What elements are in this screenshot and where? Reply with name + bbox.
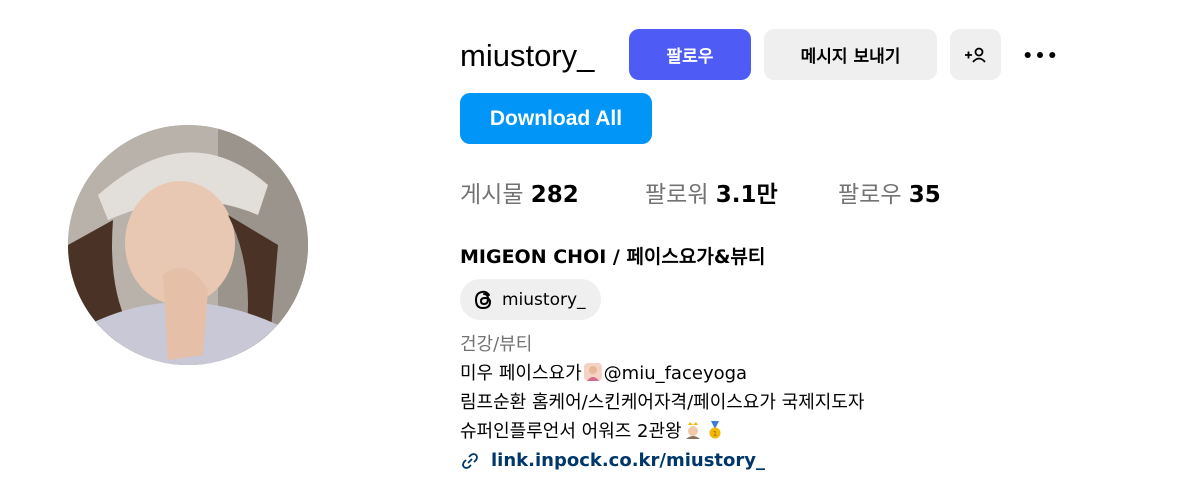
stat-followers[interactable]: 팔로워 3.1만 [645,175,778,209]
stat-followers-label: 팔로워 [645,182,709,208]
profile-avatar[interactable] [68,125,308,365]
add-person-icon [964,47,986,63]
link-icon [462,452,478,469]
stat-posts-value: 282 [530,182,579,208]
more-options-button[interactable] [1017,36,1063,74]
suggest-similar-button[interactable] [950,29,1001,80]
stat-following-value: 35 [908,182,941,208]
download-all-button[interactable]: Download All [460,93,652,144]
princess-emoji-icon [685,422,700,439]
stat-posts-label: 게시물 [460,182,524,208]
avatar-photo [68,125,308,365]
threads-badge[interactable]: miustory_ [460,279,601,320]
medal-emoji-icon: 1 [709,421,721,439]
profile-bio: 건강/뷰티 미우 페이스요가 @miu_faceyoga 림프순환 홈케어/스킨케… [460,330,864,475]
bio-line-2: 림프순환 홈케어/스킨케어자격/페이스요가 국제지도자 [460,392,865,413]
stat-following[interactable]: 팔로우 35 [838,175,941,209]
threads-handle: miustory_ [502,289,586,310]
bio-line-1: 미우 페이스요가 @miu_faceyoga [460,359,864,388]
profile-username: miustory_ [460,38,595,73]
bio-line-3: 슈퍼인플루언서 어워즈 2관왕 1 [460,417,864,446]
threads-icon [474,290,492,309]
follow-button[interactable]: 팔로우 [629,29,751,80]
send-message-button[interactable]: 메시지 보내기 [764,29,937,80]
bio-link-text[interactable]: link.inpock.co.kr/miustory_ [491,446,765,475]
profile-category: 건강/뷰티 [460,334,533,355]
bio-line-1-text: 미우 페이스요가 [460,363,582,384]
woman-gesturing-emoji-icon [583,363,602,381]
bio-link[interactable]: link.inpock.co.kr/miustory_ [460,446,864,475]
stat-posts: 게시물 282 [460,175,579,209]
svg-text:1: 1 [712,430,716,438]
more-dots-icon [1024,51,1056,59]
stat-followers-value: 3.1만 [715,182,778,208]
profile-full-name: MIGEON CHOI / 페이스요가&뷰티 [460,246,766,268]
bio-mention-link[interactable]: @miu_faceyoga [604,363,747,384]
stat-following-label: 팔로우 [838,182,902,208]
bio-line-3-text: 슈퍼인플루언서 어워즈 2관왕 [460,421,682,442]
